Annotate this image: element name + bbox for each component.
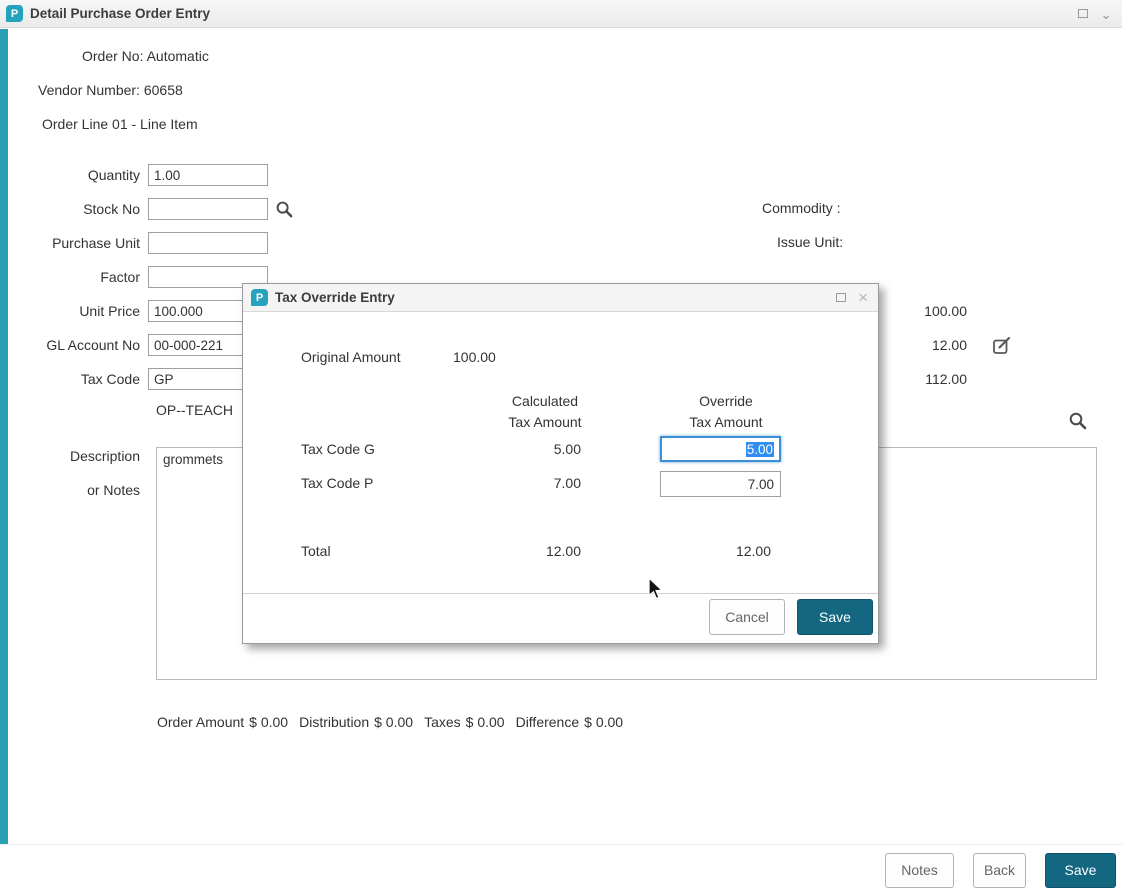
stock-no-input[interactable] xyxy=(148,198,268,220)
tax-code-description-text: OP--TEACH xyxy=(156,402,233,418)
footer-bar: Notes Back Save xyxy=(0,844,1122,895)
order-amount-label: Order Amount xyxy=(157,714,244,730)
dialog-title: Tax Override Entry xyxy=(275,290,395,305)
save-button[interactable]: Save xyxy=(1045,853,1116,888)
distribution-label: Distribution xyxy=(299,714,369,730)
extended-amount-value: 100.00 xyxy=(917,303,967,319)
difference-value: $ 0.00 xyxy=(584,714,623,730)
purchase-unit-label: Purchase Unit xyxy=(0,235,148,251)
dialog-save-button[interactable]: Save xyxy=(797,599,873,635)
dialog-total-override: 12.00 xyxy=(666,543,771,559)
dialog-cancel-button[interactable]: Cancel xyxy=(709,599,785,635)
tax-code-label: Tax Code xyxy=(0,371,148,387)
factor-label: Factor xyxy=(0,269,148,285)
stock-no-search-icon[interactable] xyxy=(275,200,294,219)
stock-no-label: Stock No xyxy=(0,201,148,217)
distribution-value: $ 0.00 xyxy=(374,714,413,730)
dialog-app-icon: P xyxy=(251,289,268,306)
taxes-label: Taxes xyxy=(424,714,461,730)
override-column-header: Override Tax Amount xyxy=(671,391,781,433)
dialog-maximize-icon[interactable] xyxy=(836,293,846,302)
taxes-value: $ 0.00 xyxy=(466,714,505,730)
tax-code-g-calculated: 5.00 xyxy=(481,441,581,457)
dialog-separator xyxy=(243,593,878,594)
order-no-text: Order No: Automatic xyxy=(82,48,209,64)
order-line-text: Order Line 01 - Line Item xyxy=(42,116,198,132)
unit-price-label: Unit Price xyxy=(0,303,148,319)
vendor-number-text: Vendor Number: 60658 xyxy=(38,82,183,98)
commodity-label: Commodity : xyxy=(762,200,841,216)
quantity-input[interactable] xyxy=(148,164,268,186)
dialog-total-calculated: 12.00 xyxy=(481,543,581,559)
main-titlebar: P Detail Purchase Order Entry ⌄ xyxy=(0,0,1122,28)
tax-code-p-override-input[interactable] xyxy=(660,471,781,497)
order-amount-value: $ 0.00 xyxy=(249,714,288,730)
notes-button[interactable]: Notes xyxy=(885,853,954,888)
purchase-unit-input[interactable] xyxy=(148,232,268,254)
original-amount-label: Original Amount xyxy=(301,349,401,365)
tax-code-p-label: Tax Code P xyxy=(301,475,373,491)
quantity-label: Quantity xyxy=(0,167,148,183)
calculated-column-header: Calculated Tax Amount xyxy=(490,391,600,433)
original-amount-value: 100.00 xyxy=(453,349,496,365)
total-amount-value: 112.00 xyxy=(917,371,967,387)
totals-bar: Order Amount $ 0.00 Distribution $ 0.00 Ta… xyxy=(157,714,623,730)
tax-amount-value: 12.00 xyxy=(917,337,967,353)
app-logo-icon: P xyxy=(6,5,23,22)
window-title: Detail Purchase Order Entry xyxy=(30,6,210,21)
lookup-search-icon[interactable] xyxy=(1068,411,1088,434)
maximize-icon[interactable] xyxy=(1078,9,1088,18)
collapse-icon[interactable]: ⌄ xyxy=(1100,9,1112,19)
issue-unit-label: Issue Unit: xyxy=(777,234,843,250)
dialog-total-label: Total xyxy=(301,543,331,559)
difference-label: Difference xyxy=(516,714,580,730)
dialog-close-icon[interactable]: × xyxy=(858,291,868,305)
tax-override-dialog: P Tax Override Entry × Original Amount 1… xyxy=(242,283,879,644)
left-accent-strip xyxy=(0,29,8,844)
tax-code-g-label: Tax Code G xyxy=(301,441,375,457)
or-notes-label: or Notes xyxy=(0,482,148,498)
tax-code-p-calculated: 7.00 xyxy=(481,475,581,491)
tax-code-g-override-value: 5.00 xyxy=(746,442,774,457)
back-button[interactable]: Back xyxy=(973,853,1026,888)
tax-edit-icon[interactable] xyxy=(992,336,1012,359)
gl-account-label: GL Account No xyxy=(0,337,148,353)
dialog-titlebar[interactable]: P Tax Override Entry × xyxy=(243,284,878,312)
description-label: Description xyxy=(0,448,148,464)
tax-code-g-override-input[interactable]: 5.00 xyxy=(660,436,781,462)
